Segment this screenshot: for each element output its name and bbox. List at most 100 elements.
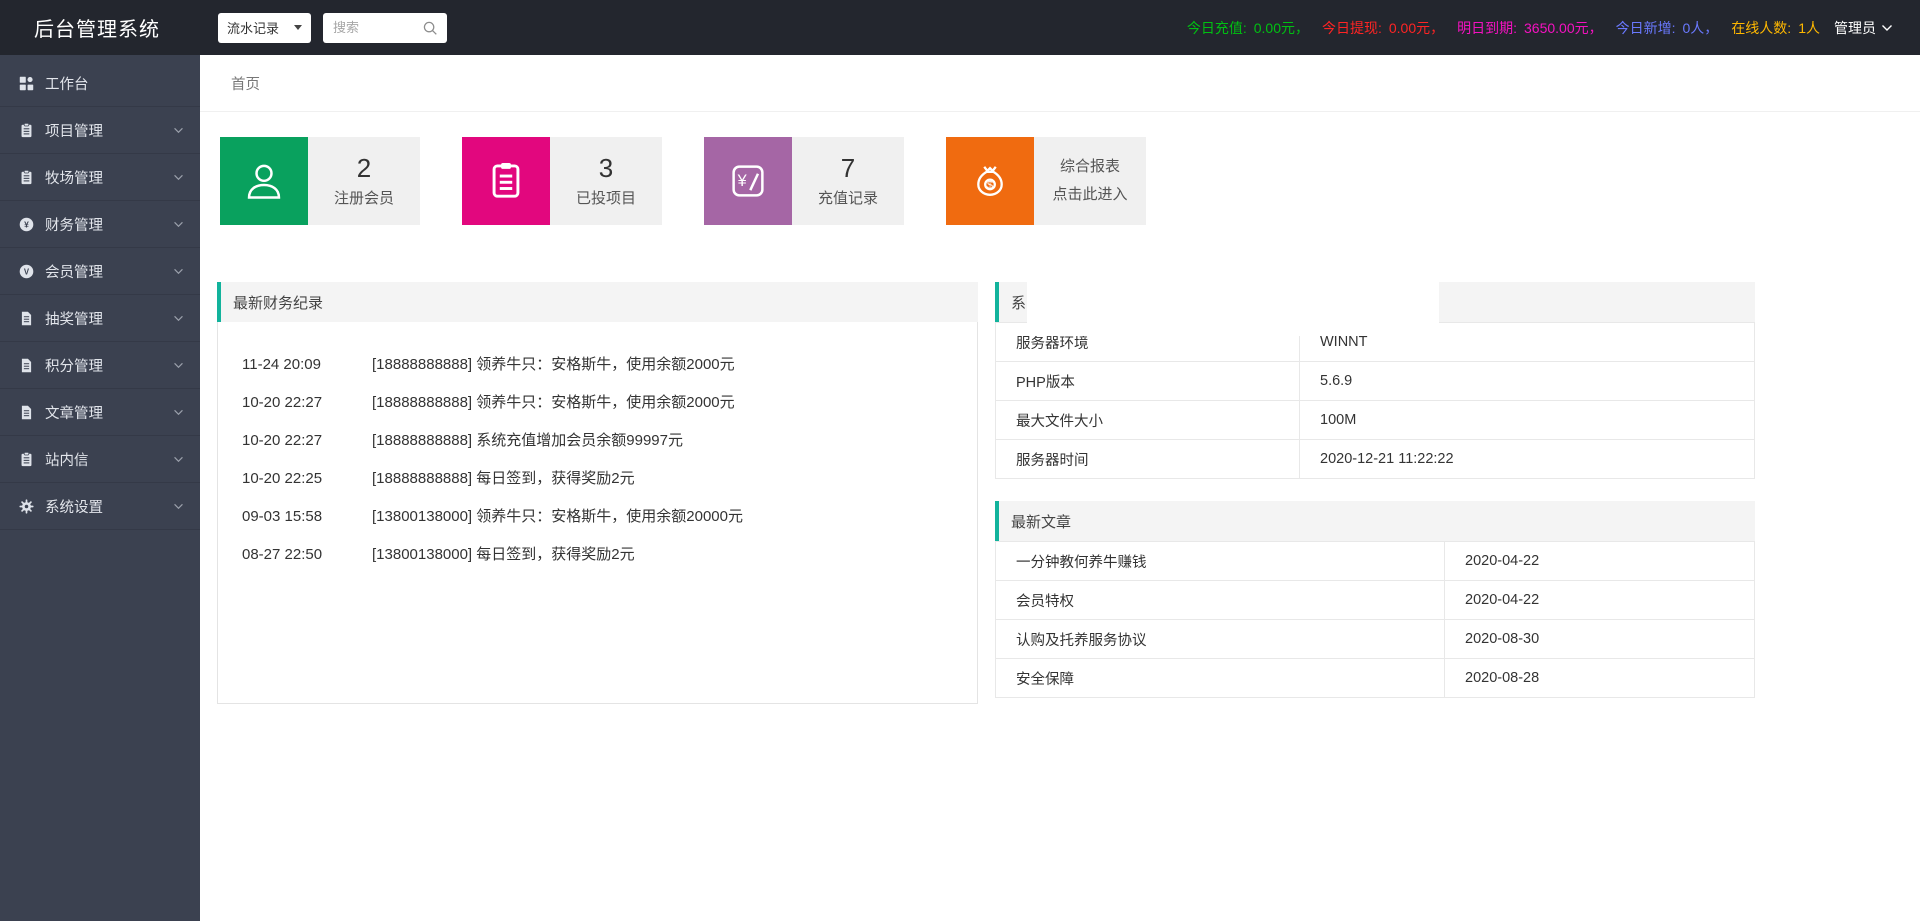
info-label-cell: PHP版本 [996,362,1300,401]
record-text: [18888888888] 领养牛只：安格斯牛，使用余额2000元 [372,356,735,373]
table-row: 认购及托养服务协议 2020-08-30 [996,620,1755,659]
chevron-down-icon [173,456,184,463]
record-time: 10-20 22:27 [242,384,372,422]
record-time: 08-27 22:50 [242,536,372,574]
breadcrumb-home[interactable]: 首页 [231,73,260,94]
sidebar-item-site-mail[interactable]: 站内信 [0,436,200,483]
card-label: 注册会员 [334,187,394,208]
sidebar-item-label: 财务管理 [45,214,103,235]
app-title: 后台管理系统 [0,13,200,42]
record-text: [18888888888] 系统充值增加会员余额99997元 [372,432,683,449]
search-box[interactable] [323,13,447,43]
svg-text:V: V [24,267,30,276]
card-label: 已投项目 [576,187,636,208]
sidebar-item-label: 工作台 [45,73,89,94]
gear-icon [18,498,35,515]
panels-row: 最新财务纪录 11-24 20:09[18888888888] 领养牛只：安格斯… [217,282,1920,704]
right-column: 系 服务器环境 WINNT PHP版本 5.6.9 最大文件大小 100M [995,282,1755,698]
sidebar-nav: 工作台 项目管理 牧场管理 ¥ 财务管理 V 会员管理 [0,55,200,921]
card-value: 3 [599,154,613,184]
table-row: 服务器时间 2020-12-21 11:22:22 [996,440,1755,479]
info-value-cell: 100M [1300,401,1755,440]
chevron-down-icon [173,315,184,322]
white-overlay [1027,278,1439,336]
sidebar-item-members[interactable]: V 会员管理 [0,248,200,295]
document-icon [18,404,35,421]
user-icon [241,158,287,204]
card-icon-block: ¥ [704,137,792,225]
record-time: 11-24 20:09 [242,346,372,384]
accent-bar [995,501,999,541]
sidebar-item-settings[interactable]: 系统设置 [0,483,200,530]
article-date-cell: 2020-04-22 [1445,542,1755,581]
yen-receipt-icon: ¥ [725,158,771,204]
card-value: 2 [357,154,371,184]
card-icon-block [462,137,550,225]
record-time: 10-20 22:27 [242,422,372,460]
card-label: 充值记录 [818,187,878,208]
spacer [995,479,1755,501]
dashboard-icon [18,75,35,92]
finance-panel: 最新财务纪录 11-24 20:09[18888888888] 领养牛只：安格斯… [217,282,978,704]
finance-records-list: 11-24 20:09[18888888888] 领养牛只：安格斯牛，使用余额2… [217,322,978,704]
chevron-down-icon [173,174,184,181]
chevron-down-icon [173,503,184,510]
table-row: 安全保障 2020-08-28 [996,659,1755,698]
sidebar-item-projects[interactable]: 项目管理 [0,107,200,154]
breadcrumb-bar: 首页 [200,55,1920,112]
card-icon-block [220,137,308,225]
app-header: 后台管理系统 流水记录 今日充值:0.00元， 今日提现:0.00元， 明日到期… [0,0,1920,55]
yen-circle-icon: ¥ [18,216,35,233]
chevron-down-icon [1881,24,1893,32]
table-row: PHP版本 5.6.9 [996,362,1755,401]
svg-text:$: $ [987,180,993,192]
info-label-cell: 最大文件大小 [996,401,1300,440]
stat-today-recharge: 今日充值:0.00元， [1187,18,1309,38]
finance-record: 10-20 22:25[18888888888] 每日签到，获得奖励2元 [242,460,977,498]
record-text: [13800138000] 每日签到，获得奖励2元 [372,546,635,563]
money-bag-icon: $ [967,158,1013,204]
sidebar-item-workbench[interactable]: 工作台 [0,60,200,107]
document-icon [18,310,35,327]
stat-card-registered-members[interactable]: 2 注册会员 [220,137,420,225]
sidebar-item-articles[interactable]: 文章管理 [0,389,200,436]
sidebar-item-ranch[interactable]: 牧场管理 [0,154,200,201]
clipboard-icon [18,451,35,468]
sidebar-item-label: 抽奖管理 [45,308,103,329]
card-icon-block: $ [946,137,1034,225]
finance-panel-header: 最新财务纪录 [217,282,978,322]
article-date-cell: 2020-08-30 [1445,620,1755,659]
article-title-cell: 会员特权 [996,581,1445,620]
finance-panel-title: 最新财务纪录 [233,292,323,313]
system-info-table: 服务器环境 WINNT PHP版本 5.6.9 最大文件大小 100M 服务器时… [995,322,1755,479]
stat-new-today: 今日新增:0人， [1616,18,1719,38]
finance-record: 08-27 22:50[13800138000] 每日签到，获得奖励2元 [242,536,977,574]
search-input[interactable] [333,20,421,35]
sidebar-item-lottery[interactable]: 抽奖管理 [0,295,200,342]
record-type-value: 流水记录 [227,18,279,37]
search-icon[interactable] [421,19,439,37]
v-circle-icon: V [18,263,35,280]
sidebar-item-finance[interactable]: ¥ 财务管理 [0,201,200,248]
header-stats: 今日充值:0.00元， 今日提现:0.00元， 明日到期:3650.00元， 今… [1174,18,1920,38]
stat-card-invested-projects[interactable]: 3 已投项目 [462,137,662,225]
record-text: [18888888888] 每日签到，获得奖励2元 [372,470,635,487]
finance-record: 10-20 22:27[18888888888] 系统充值增加会员余额99997… [242,422,977,460]
info-label-cell: 服务器时间 [996,440,1300,479]
sidebar-item-points[interactable]: 积分管理 [0,342,200,389]
record-type-dropdown[interactable]: 流水记录 [218,13,311,43]
stat-card-report-link[interactable]: $ 综合报表 点击此进入 [946,137,1146,225]
article-title-cell: 安全保障 [996,659,1445,698]
accent-bar [995,282,999,322]
clipboard-icon [18,169,35,186]
system-panel-title: 系 [1011,292,1026,313]
article-title-cell: 一分钟教何养牛赚钱 [996,542,1445,581]
stat-online-count: 在线人数:1人 [1731,18,1820,38]
info-value-cell: 5.6.9 [1300,362,1755,401]
chevron-down-icon [173,127,184,134]
stat-cards-row: 2 注册会员 3 已投项目 ¥ [220,137,1920,225]
stat-due-tomorrow: 明日到期:3650.00元， [1457,18,1603,38]
articles-panel-title: 最新文章 [1011,511,1071,532]
admin-menu[interactable]: 管理员 [1834,18,1893,38]
stat-card-recharge-records[interactable]: ¥ 7 充值记录 [704,137,904,225]
